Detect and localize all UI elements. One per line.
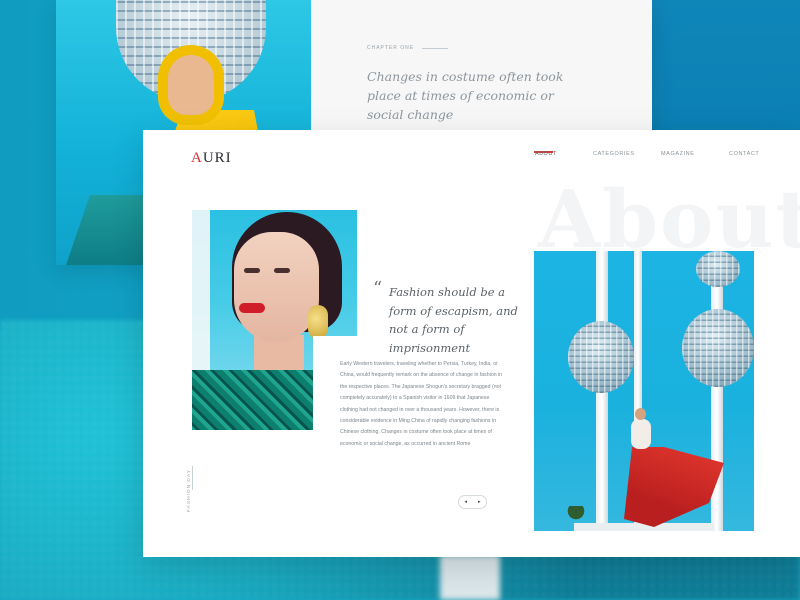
portrait-eye — [244, 268, 260, 273]
chevron-right-icon[interactable]: ▸ — [478, 499, 481, 505]
main-nav: ABOUT CATEGORIES MAGAZINE CONTACT — [143, 151, 800, 165]
red-skirt — [624, 447, 724, 527]
tower-sphere — [696, 251, 740, 287]
body-paragraph: Early Western travelers, traveling wheth… — [340, 361, 503, 447]
pager: ◂ ▸ — [458, 495, 487, 509]
side-divider — [192, 466, 193, 490]
model-head-image — [168, 55, 214, 115]
chevron-left-icon[interactable]: ◂ — [464, 499, 467, 505]
nav-item-categories[interactable]: CATEGORIES — [593, 151, 635, 157]
nav-item-about[interactable]: ABOUT — [535, 151, 557, 157]
nav-item-magazine[interactable]: MAGAZINE — [661, 151, 695, 157]
portrait-lips — [239, 303, 265, 313]
chapter-label: CHAPTER ONE — [367, 45, 567, 51]
side-label: FASHION DAY — [187, 469, 192, 512]
back-card-text: CHAPTER ONE Changes in costume often too… — [367, 45, 567, 124]
background-stripe — [440, 555, 500, 600]
tower-sphere — [682, 309, 754, 387]
dancer-top — [631, 419, 651, 449]
tower-sphere — [568, 321, 634, 393]
dancer-head — [635, 408, 646, 420]
quote-mark-icon: “ — [373, 278, 383, 299]
hero-quote: Fashion should be a form of escapism, an… — [389, 285, 518, 355]
portrait-earring — [308, 305, 328, 339]
towers-photo — [534, 251, 754, 531]
nav-item-contact[interactable]: CONTACT — [729, 151, 759, 157]
portrait-dress — [192, 370, 322, 430]
portrait-face — [234, 232, 319, 342]
background-right-panel — [650, 0, 800, 135]
front-card: About AURI ABOUT CATEGORIES MAGAZINE CON… — [143, 130, 800, 557]
back-card-quote: Changes in costume often took place at t… — [367, 69, 564, 122]
portrait-eye — [274, 268, 290, 273]
